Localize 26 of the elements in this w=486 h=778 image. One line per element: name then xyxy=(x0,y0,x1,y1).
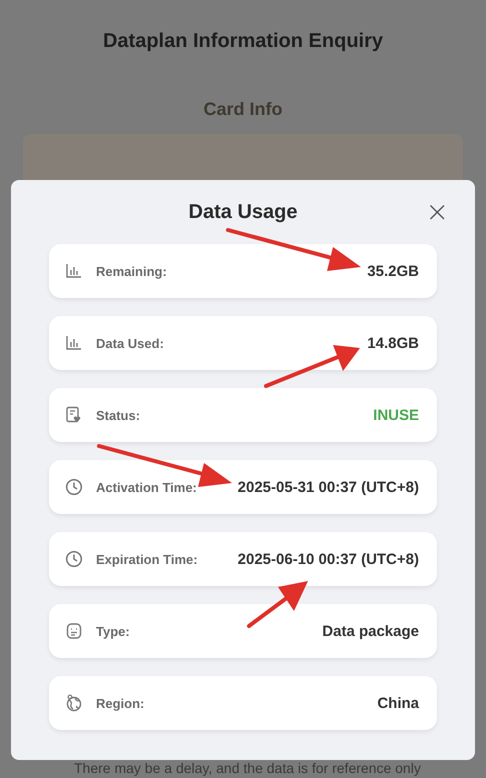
bar-chart-icon xyxy=(65,334,83,352)
dialog-title: Data Usage xyxy=(188,200,298,224)
info-label: Activation Time: xyxy=(96,480,197,494)
footer-note: There may be a delay, and the data is for reference only xyxy=(74,760,421,776)
clock-icon xyxy=(65,478,83,496)
info-label: Expiration Time: xyxy=(96,552,198,566)
info-label: Region: xyxy=(96,696,144,710)
document-heart-icon xyxy=(65,406,83,424)
note-icon xyxy=(65,622,83,640)
clock-icon xyxy=(65,550,83,568)
page-title: Dataplan Information Enquiry xyxy=(102,30,384,53)
section-title: Card Info xyxy=(204,99,282,120)
info-label: Status: xyxy=(96,408,140,422)
info-value: 35.2GB xyxy=(367,262,419,280)
info-value: China xyxy=(377,694,419,712)
info-label: Data Used: xyxy=(96,336,164,350)
info-label: Type: xyxy=(96,624,130,638)
info-value: INUSE xyxy=(373,406,419,424)
info-value: Data package xyxy=(322,622,419,640)
close-button[interactable]: × xyxy=(422,198,453,226)
info-value: 2025-05-31 00:37 (UTC+8) xyxy=(238,478,419,496)
globe-icon xyxy=(65,694,83,712)
info-value: 2025-06-10 00:37 (UTC+8) xyxy=(238,550,419,568)
info-label: Remaining: xyxy=(96,264,167,278)
info-value: 14.8GB xyxy=(367,334,419,352)
bar-chart-icon xyxy=(65,262,83,280)
